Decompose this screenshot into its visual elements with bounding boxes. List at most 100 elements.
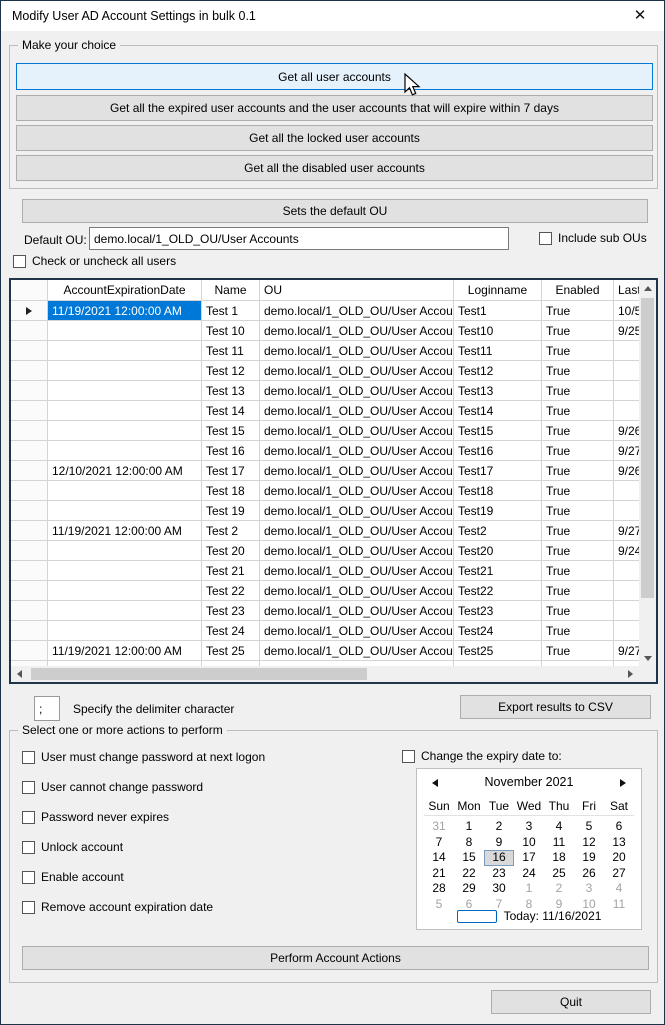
cell-ou[interactable]: demo.local/1_OLD_OU/User Accounts	[260, 441, 454, 461]
calendar-day[interactable]: 11	[544, 835, 574, 851]
calendar-month-title[interactable]: November 2021	[417, 775, 641, 789]
calendar-day[interactable]: 28	[424, 881, 454, 897]
row-header[interactable]	[11, 401, 48, 421]
cell-name[interactable]: Test 16	[202, 441, 260, 461]
row-header[interactable]	[11, 301, 48, 321]
cell-enabled[interactable]: True	[542, 321, 614, 341]
get-locked-users-button[interactable]: Get all the locked user accounts	[16, 125, 653, 151]
cell-enabled[interactable]: True	[542, 361, 614, 381]
get-expired-users-button[interactable]: Get all the expired user accounts and th…	[16, 95, 653, 121]
row-header[interactable]	[11, 521, 48, 541]
cell-enabled[interactable]: True	[542, 561, 614, 581]
cell-ou[interactable]: demo.local/1_OLD_OU/User Accounts	[260, 621, 454, 641]
table-row[interactable]: Test 10demo.local/1_OLD_OU/User Accounts…	[11, 321, 639, 341]
cell-enabled[interactable]: True	[542, 541, 614, 561]
row-header[interactable]	[11, 621, 48, 641]
password-never-expires-checkbox[interactable]: Password never expires	[22, 810, 169, 824]
cell-enabled[interactable]: True	[542, 641, 614, 661]
cell-name[interactable]: Test 22	[202, 581, 260, 601]
calendar-day[interactable]: 12	[574, 835, 604, 851]
user-accounts-grid[interactable]: AccountExpirationDate Name OU Loginname …	[9, 278, 658, 684]
check-all-users-checkbox-box[interactable]	[13, 255, 26, 268]
row-header[interactable]	[11, 541, 48, 561]
cell-name[interactable]: Test 20	[202, 541, 260, 561]
cell-last[interactable]	[614, 401, 639, 421]
cell-expiration[interactable]	[48, 341, 202, 361]
cell-expiration[interactable]: 11/19/2021 12:00:00 AM	[48, 521, 202, 541]
cell-name[interactable]: Test 21	[202, 561, 260, 581]
vertical-scroll-thumb[interactable]	[641, 298, 654, 598]
cell-name[interactable]: Test 12	[202, 361, 260, 381]
cell-last[interactable]	[614, 381, 639, 401]
cell-expiration[interactable]	[48, 541, 202, 561]
get-all-users-button[interactable]: Get all user accounts	[16, 63, 653, 90]
cell-ou[interactable]: demo.local/1_OLD_OU/User Accounts	[260, 501, 454, 521]
calendar-day[interactable]: 23	[484, 866, 514, 882]
cell-loginname[interactable]: Test16	[454, 441, 542, 461]
cell-expiration[interactable]	[48, 381, 202, 401]
cell-ou[interactable]: demo.local/1_OLD_OU/User Accounts	[260, 541, 454, 561]
cell-enabled[interactable]: True	[542, 381, 614, 401]
grid-vertical-scrollbar[interactable]	[639, 280, 656, 666]
table-row[interactable]: Test 14demo.local/1_OLD_OU/User Accounts…	[11, 401, 639, 421]
cell-enabled[interactable]: True	[542, 601, 614, 621]
cell-ou[interactable]: demo.local/1_OLD_OU/User Accounts	[260, 641, 454, 661]
must-change-password-checkbox[interactable]: User must change password at next logon	[22, 750, 265, 764]
cell-last[interactable]: 10/5.	[614, 301, 639, 321]
row-header[interactable]	[11, 341, 48, 361]
grid-header-ou[interactable]: OU	[260, 280, 454, 301]
cell-last[interactable]: 9/26.	[614, 421, 639, 441]
calendar-day[interactable]: 4	[604, 881, 634, 897]
table-row[interactable]: Test 23demo.local/1_OLD_OU/User Accounts…	[11, 601, 639, 621]
cell-enabled[interactable]: True	[542, 621, 614, 641]
cell-loginname[interactable]: Test15	[454, 421, 542, 441]
cell-enabled[interactable]: True	[542, 521, 614, 541]
cell-last[interactable]	[614, 361, 639, 381]
cell-ou[interactable]: demo.local/1_OLD_OU/User Accounts	[260, 381, 454, 401]
enable-account-checkbox[interactable]: Enable account	[22, 870, 124, 884]
calendar-day[interactable]: 31	[424, 819, 454, 835]
row-header[interactable]	[11, 461, 48, 481]
calendar-today-label[interactable]: Today: 11/16/2021	[504, 909, 602, 923]
cell-ou[interactable]: demo.local/1_OLD_OU/User Accounts	[260, 461, 454, 481]
row-header[interactable]	[11, 561, 48, 581]
row-header[interactable]	[11, 321, 48, 341]
cell-enabled[interactable]: True	[542, 301, 614, 321]
include-sub-ous-checkbox-box[interactable]	[539, 232, 552, 245]
cell-ou[interactable]: demo.local/1_OLD_OU/User Accounts	[260, 561, 454, 581]
row-header[interactable]	[11, 381, 48, 401]
remove-expiration-checkbox-box[interactable]	[22, 901, 35, 914]
cell-last[interactable]	[614, 501, 639, 521]
cell-expiration[interactable]	[48, 621, 202, 641]
cell-last[interactable]: 9/27.	[614, 641, 639, 661]
table-row[interactable]: Test 18demo.local/1_OLD_OU/User Accounts…	[11, 481, 639, 501]
get-disabled-users-button[interactable]: Get all the disabled user accounts	[16, 155, 653, 181]
calendar-day[interactable]: 3	[574, 881, 604, 897]
cell-loginname[interactable]: Test13	[454, 381, 542, 401]
cell-loginname[interactable]: Test20	[454, 541, 542, 561]
cell-ou[interactable]: demo.local/1_OLD_OU/User Accounts	[260, 521, 454, 541]
cell-expiration[interactable]	[48, 481, 202, 501]
cell-last[interactable]	[614, 601, 639, 621]
table-row[interactable]: Test 13demo.local/1_OLD_OU/User Accounts…	[11, 381, 639, 401]
change-expiry-date-checkbox[interactable]: Change the expiry date to:	[402, 749, 562, 763]
cell-enabled[interactable]: True	[542, 581, 614, 601]
delimiter-input[interactable]: ;	[34, 696, 60, 721]
cell-ou[interactable]: demo.local/1_OLD_OU/User Accounts	[260, 301, 454, 321]
cell-loginname[interactable]: Test23	[454, 601, 542, 621]
unlock-account-checkbox-box[interactable]	[22, 841, 35, 854]
perform-actions-button[interactable]: Perform Account Actions	[22, 946, 649, 970]
calendar-day[interactable]: 4	[544, 819, 574, 835]
table-row[interactable]: 11/19/2021 12:00:00 AMTest 25demo.local/…	[11, 641, 639, 661]
cell-ou[interactable]: demo.local/1_OLD_OU/User Accounts	[260, 421, 454, 441]
cell-loginname[interactable]: Test1	[454, 301, 542, 321]
cell-expiration[interactable]	[48, 441, 202, 461]
export-csv-button[interactable]: Export results to CSV	[460, 695, 651, 719]
row-header[interactable]	[11, 481, 48, 501]
table-row[interactable]: Test 15demo.local/1_OLD_OU/User Accounts…	[11, 421, 639, 441]
calendar-day[interactable]: 20	[604, 850, 634, 866]
table-row[interactable]: 11/19/2021 12:00:00 AMTest 2demo.local/1…	[11, 521, 639, 541]
cell-last[interactable]: 9/27.	[614, 441, 639, 461]
table-row[interactable]: Test 22demo.local/1_OLD_OU/User Accounts…	[11, 581, 639, 601]
cell-ou[interactable]: demo.local/1_OLD_OU/User Accounts	[260, 341, 454, 361]
